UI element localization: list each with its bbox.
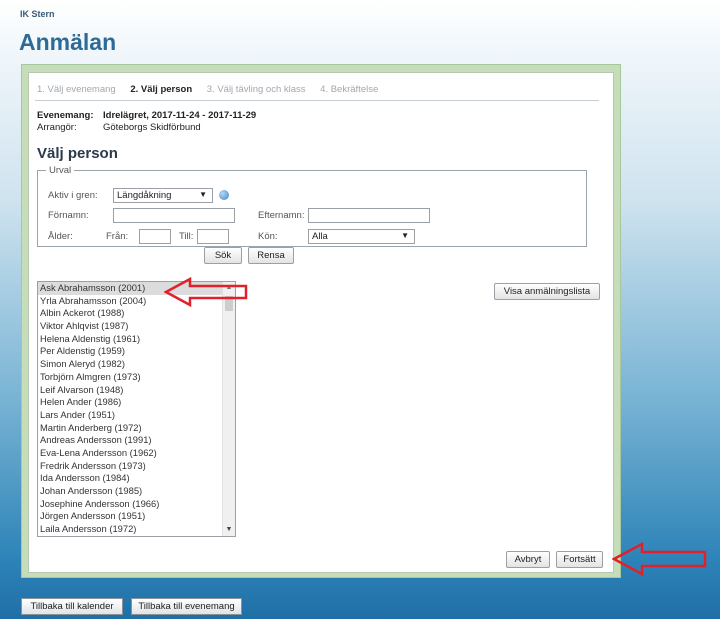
list-item[interactable]: Torbjörn Almgren (1973) (38, 371, 224, 384)
list-item[interactable]: Albin Ackerot (1988) (38, 307, 224, 320)
chevron-down-icon: ▼ (199, 190, 207, 199)
list-item[interactable]: Per Aldenstig (1959) (38, 345, 224, 358)
organizer-label: Arrangör: (37, 122, 77, 133)
branch-label: Aktiv i gren: (48, 190, 98, 201)
age-to-input[interactable] (197, 229, 229, 244)
back-to-calendar-button[interactable]: Tillbaka till kalender (21, 598, 123, 615)
list-item[interactable]: Andreas Andersson (1991) (38, 434, 224, 447)
event-value: Idrelägret, 2017-11-24 - 2017-11-29 (103, 110, 257, 121)
annotation-arrow-left (164, 277, 248, 307)
registration-panel: 1. Välj evenemang 2. Välj person 3. Välj… (28, 72, 614, 573)
step-indicator: 1. Välj evenemang 2. Välj person 3. Välj… (37, 84, 390, 95)
back-to-events-button[interactable]: Tillbaka till evenemang (131, 598, 242, 615)
list-item[interactable]: Jörgen Andersson (1951) (38, 510, 224, 523)
scroll-down-icon[interactable]: ▼ (223, 524, 235, 536)
chevron-down-icon: ▼ (401, 231, 409, 240)
list-item[interactable]: Fredrik Andersson (1973) (38, 460, 224, 473)
clear-button[interactable]: Rensa (248, 247, 294, 264)
gender-label: Kön: (258, 231, 278, 242)
list-item[interactable]: Eva-Lena Andersson (1962) (38, 447, 224, 460)
list-item[interactable]: Leif Alvarson (1948) (38, 384, 224, 397)
search-button[interactable]: Sök (204, 247, 242, 264)
firstname-label: Förnamn: (48, 210, 89, 221)
section-title: Välj person (37, 145, 118, 162)
age-from-input[interactable] (139, 229, 171, 244)
person-listbox[interactable]: Ask Abrahamsson (2001) Yrla Abrahamsson (… (37, 281, 236, 537)
club-name: IK Stern (20, 9, 55, 19)
list-item[interactable]: Helena Aldenstig (1961) (38, 333, 224, 346)
gender-select-value: Alla (312, 231, 328, 242)
show-registration-list-button[interactable]: Visa anmälningslista (494, 283, 600, 300)
annotation-arrow-left (612, 542, 707, 576)
list-item[interactable]: Simon Aleryd (1982) (38, 358, 224, 371)
age-from-label: Från: (106, 231, 129, 242)
list-item[interactable]: Lars Ander (1951) (38, 409, 224, 422)
cancel-button[interactable]: Avbryt (506, 551, 550, 568)
info-icon[interactable] (219, 190, 229, 200)
branch-select[interactable]: Längdåkning ▼ (113, 188, 213, 203)
step-4: 4. Bekräftelse (320, 84, 379, 95)
list-item[interactable]: Viktor Ahlqvist (1987) (38, 320, 224, 333)
scrollbar[interactable]: ▲ ▼ (222, 282, 235, 536)
firstname-input[interactable] (113, 208, 235, 223)
steps-divider (35, 100, 599, 101)
step-1: 1. Välj evenemang (37, 84, 116, 95)
list-item[interactable]: Johan Andersson (1985) (38, 485, 224, 498)
step-3: 3. Välj tävling och klass (206, 84, 306, 95)
organizer-value: Göteborgs Skidförbund (103, 122, 201, 133)
gender-select[interactable]: Alla ▼ (308, 229, 415, 244)
age-to-label: Till: (179, 231, 194, 242)
page-title: Anmälan (19, 29, 117, 55)
branch-select-value: Längdåkning (117, 190, 172, 201)
continue-button[interactable]: Fortsätt (556, 551, 603, 568)
event-row: Evenemang: Idrelägret, 2017-11-24 - 2017-… (37, 110, 256, 121)
list-item[interactable]: Laila Andersson (1972) (38, 523, 224, 536)
list-item[interactable]: Josephine Andersson (1966) (38, 498, 224, 511)
age-label: Ålder: (48, 231, 73, 242)
list-item[interactable]: Ida Andersson (1984) (38, 472, 224, 485)
person-list: Ask Abrahamsson (2001) Yrla Abrahamsson (… (38, 282, 224, 536)
step-2: 2. Välj person (130, 84, 193, 95)
organizer-row: Arrangör: Göteborgs Skidförbund (37, 122, 201, 133)
filter-legend: Urval (49, 165, 72, 176)
list-item[interactable]: Helen Ander (1986) (38, 396, 224, 409)
event-label: Evenemang: (37, 110, 94, 121)
list-item[interactable]: Martin Anderberg (1972) (38, 422, 224, 435)
lastname-input[interactable] (308, 208, 430, 223)
lastname-label: Efternamn: (258, 210, 305, 221)
